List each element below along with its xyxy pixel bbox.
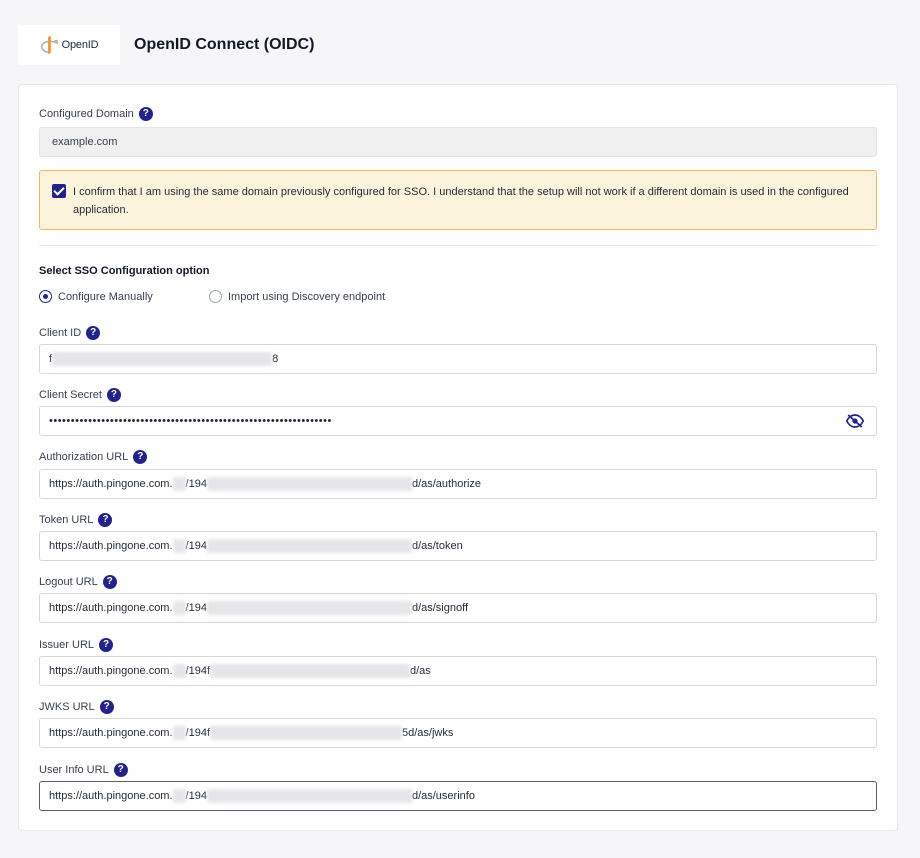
url-mid: /194	[185, 540, 207, 552]
logout-url-label: Logout URL ?	[39, 575, 117, 589]
url-suffix: d/as	[410, 665, 431, 677]
hide-password-eye-icon[interactable]	[846, 414, 864, 428]
redacted-segment	[206, 539, 412, 553]
client-secret-label-text: Client Secret	[39, 389, 102, 401]
client-secret-label: Client Secret ?	[39, 388, 121, 402]
authorization-url-input[interactable]: https://auth.pingone.com. /194 d/as/auth…	[39, 469, 877, 499]
issuer-url-label: Issuer URL ?	[39, 638, 114, 652]
configured-domain-label-text: Configured Domain	[39, 108, 134, 120]
openid-logo-icon	[40, 36, 58, 54]
jwks-url-label: JWKS URL ?	[39, 700, 114, 714]
help-icon[interactable]: ?	[113, 763, 128, 777]
help-icon[interactable]: ?	[99, 700, 114, 714]
radio-import-discovery[interactable]: Import using Discovery endpoint	[209, 290, 385, 303]
help-icon[interactable]: ?	[102, 575, 117, 589]
url-mid: /194	[185, 790, 207, 802]
logo-text: OpenID	[61, 39, 99, 51]
redacted-segment	[206, 601, 412, 615]
page-header: OpenID OpenID Connect (OIDC)	[18, 25, 314, 65]
issuer-url-input[interactable]: https://auth.pingone.com. /194f d/as	[39, 656, 877, 686]
configured-domain-label: Configured Domain ?	[39, 107, 153, 121]
authorization-url-label-text: Authorization URL	[39, 451, 129, 463]
page-title: OpenID Connect (OIDC)	[134, 36, 315, 53]
url-mid: /194f	[185, 665, 210, 677]
issuer-url-label-text: Issuer URL	[39, 639, 95, 651]
userinfo-url-input[interactable]: https://auth.pingone.com. /194 d/as/user…	[39, 781, 877, 811]
url-mid: /194f	[185, 727, 210, 739]
url-prefix: https://auth.pingone.com.	[49, 727, 173, 739]
client-id-label-text: Client ID	[39, 327, 82, 339]
url-prefix: https://auth.pingone.com.	[49, 602, 173, 614]
client-secret-input[interactable]: ••••••••••••••••••••••••••••••••••••••••…	[39, 406, 877, 436]
url-prefix: https://auth.pingone.com.	[49, 478, 173, 490]
jwks-url-input[interactable]: https://auth.pingone.com. /194f 5d/as/jw…	[39, 718, 877, 748]
url-suffix: d/as/signoff	[411, 602, 469, 614]
authorization-url-label: Authorization URL ?	[39, 450, 148, 464]
confirm-text: I confirm that I am using the same domai…	[73, 186, 849, 216]
radio-configure-manually[interactable]: Configure Manually	[39, 290, 153, 303]
client-secret-value: ••••••••••••••••••••••••••••••••••••••••…	[49, 415, 332, 427]
redacted-segment	[206, 789, 412, 803]
confirm-checkbox[interactable]	[52, 184, 66, 198]
redacted-segment	[210, 726, 402, 740]
client-id-suffix: 8	[272, 353, 279, 365]
help-icon[interactable]: ?	[133, 450, 148, 464]
url-suffix: d/as/userinfo	[411, 790, 475, 802]
sso-option-title: Select SSO Configuration option	[39, 265, 210, 277]
url-prefix: https://auth.pingone.com.	[49, 540, 173, 552]
url-suffix: d/as/authorize	[411, 478, 482, 490]
client-id-input[interactable]: f 8	[39, 344, 877, 374]
openid-logo: OpenID	[18, 25, 120, 65]
redacted-segment	[172, 477, 186, 491]
url-prefix: https://auth.pingone.com.	[49, 790, 173, 802]
userinfo-url-label: User Info URL ?	[39, 763, 128, 777]
help-icon[interactable]: ?	[138, 107, 153, 121]
logout-url-input[interactable]: https://auth.pingone.com. /194 d/as/sign…	[39, 593, 877, 623]
help-icon[interactable]: ?	[98, 513, 113, 527]
logout-url-label-text: Logout URL	[39, 576, 98, 588]
domain-confirm-notice: I confirm that I am using the same domai…	[39, 170, 877, 230]
redacted-segment	[172, 726, 186, 740]
help-icon[interactable]: ?	[106, 388, 121, 402]
radio-label: Configure Manually	[58, 290, 153, 303]
radio-button-checked[interactable]	[39, 290, 52, 303]
url-suffix: d/as/token	[411, 540, 463, 552]
help-icon[interactable]: ?	[86, 326, 101, 340]
redacted-segment	[172, 601, 186, 615]
redacted-segment	[52, 352, 273, 366]
redacted-segment	[210, 664, 410, 678]
radio-label: Import using Discovery endpoint	[228, 290, 386, 303]
redacted-segment	[172, 539, 186, 553]
divider	[39, 245, 877, 246]
url-suffix: 5d/as/jwks	[402, 727, 454, 739]
token-url-label: Token URL ?	[39, 513, 113, 527]
redacted-segment	[206, 477, 412, 491]
radio-button[interactable]	[209, 290, 222, 303]
redacted-segment	[172, 664, 186, 678]
configured-domain-value: example.com	[52, 136, 118, 148]
oidc-config-card: Configured Domain ? example.com I confir…	[18, 84, 898, 831]
redacted-segment	[172, 789, 186, 803]
token-url-label-text: Token URL	[39, 514, 94, 526]
url-mid: /194	[185, 602, 207, 614]
client-id-label: Client ID ?	[39, 326, 101, 340]
url-prefix: https://auth.pingone.com.	[49, 665, 173, 677]
userinfo-url-label-text: User Info URL	[39, 764, 109, 776]
configured-domain-field: example.com	[39, 127, 877, 157]
help-icon[interactable]: ?	[99, 638, 114, 652]
url-mid: /194	[185, 478, 207, 490]
jwks-url-label-text: JWKS URL	[39, 701, 95, 713]
token-url-input[interactable]: https://auth.pingone.com. /194 d/as/toke…	[39, 531, 877, 561]
